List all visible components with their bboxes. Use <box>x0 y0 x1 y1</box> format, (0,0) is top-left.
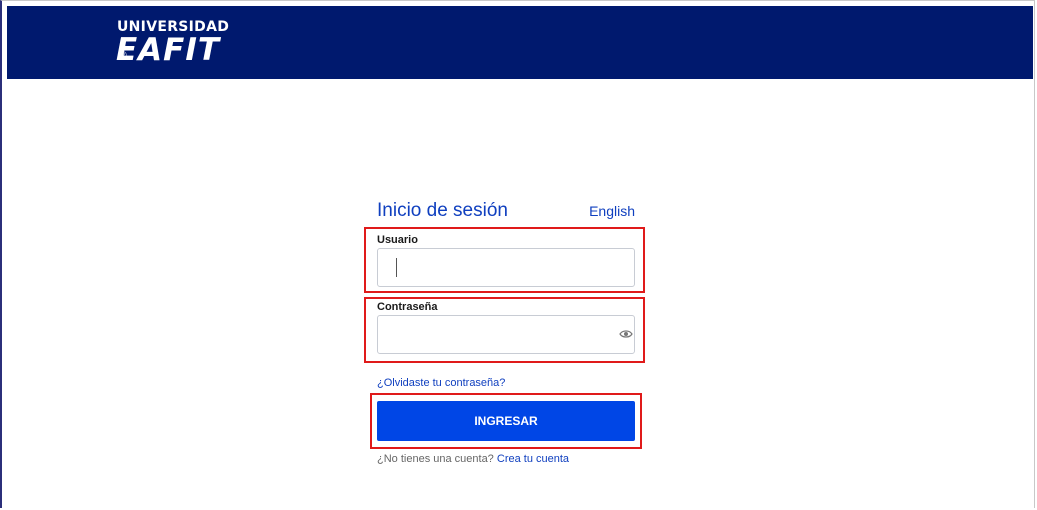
eye-icon[interactable] <box>619 329 633 339</box>
password-input[interactable] <box>377 315 635 354</box>
login-header-row: Inicio de sesión English <box>377 200 635 224</box>
create-account-link[interactable]: Crea tu cuenta <box>497 453 569 465</box>
login-submit-button[interactable]: INGRESAR <box>377 401 635 441</box>
username-label: Usuario <box>377 234 418 246</box>
language-switch-link[interactable]: English <box>589 203 635 219</box>
page-title: Inicio de sesión <box>377 200 508 221</box>
site-header: UNIVERSIDAD EAFIT ® <box>7 6 1033 79</box>
signup-row: ¿No tienes una cuenta? Crea tu cuenta <box>377 453 569 465</box>
registered-mark: ® <box>120 50 127 60</box>
signup-prompt: ¿No tienes una cuenta? <box>377 453 494 465</box>
forgot-password-link[interactable]: ¿Olvidaste tu contraseña? <box>377 377 505 389</box>
eafit-logo[interactable]: UNIVERSIDAD EAFIT <box>116 19 229 68</box>
username-input[interactable] <box>377 248 635 287</box>
logo-main-text: EAFIT <box>116 32 221 68</box>
text-caret <box>396 258 397 277</box>
password-label: Contraseña <box>377 301 438 313</box>
